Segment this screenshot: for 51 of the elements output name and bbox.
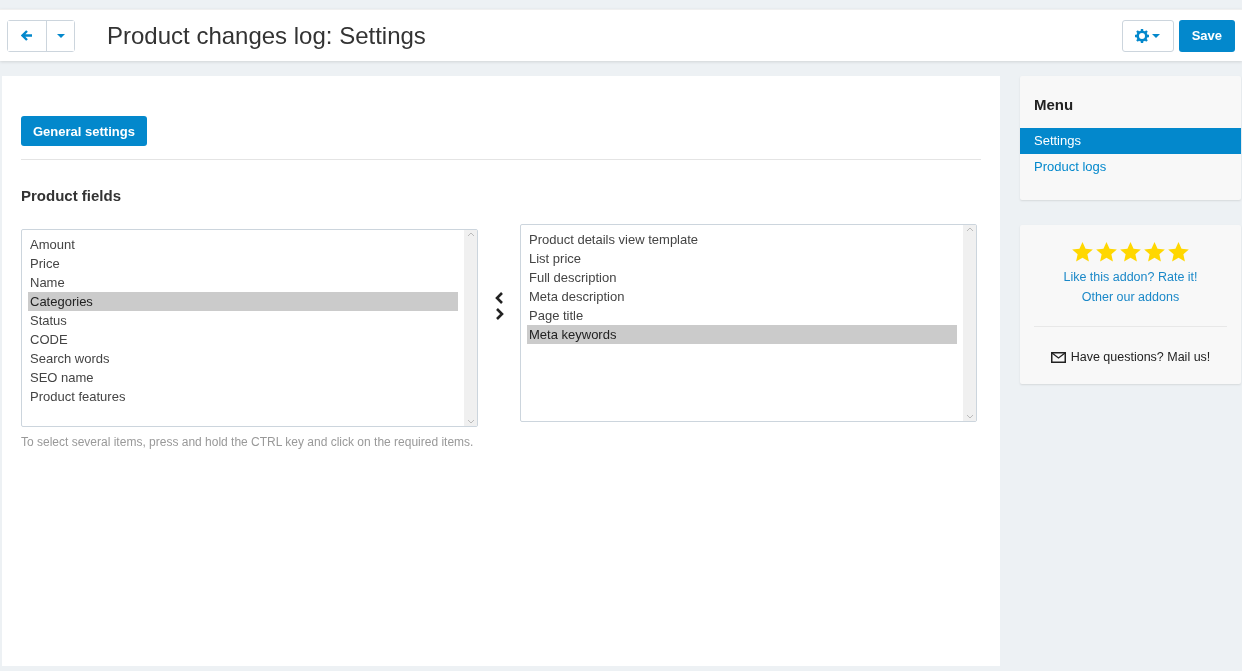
scrollbar[interactable] (464, 230, 477, 426)
scroll-up-icon (965, 227, 974, 232)
page-title: Product changes log: Settings (107, 21, 427, 50)
scrollbar[interactable] (963, 225, 976, 421)
envelope-icon (1050, 351, 1066, 363)
menu-title: Menu (1033, 95, 1075, 115)
menu-item[interactable]: Product logs (1020, 154, 1241, 180)
scroll-up-icon (466, 232, 475, 237)
list-option[interactable]: Meta keywords (527, 325, 957, 344)
move-left-button[interactable] (494, 292, 504, 304)
gear-icon (1135, 28, 1150, 43)
select-list[interactable]: Amount Price Name Categories Status CODE Search words SEO name Product features (21, 229, 478, 427)
list-option[interactable]: Categories (28, 292, 458, 311)
list-option[interactable]: Search words (28, 349, 458, 368)
star-icon (1095, 241, 1118, 263)
select-list[interactable]: Product details view template List price Full description Meta description Page title Meta keywords (520, 224, 977, 422)
star-icon (1071, 241, 1094, 263)
list-option[interactable]: Product details view template (527, 230, 957, 249)
list-option[interactable]: Full description (527, 268, 957, 287)
arrow-left-icon (21, 30, 33, 41)
list-option[interactable]: Price (28, 254, 458, 273)
scroll-down-icon (466, 419, 475, 424)
caret-icon (56, 33, 65, 38)
list-option[interactable]: CODE (28, 330, 458, 349)
list-option[interactable]: Page title (527, 306, 957, 325)
list-option[interactable]: SEO name (28, 368, 458, 387)
settings-button[interactable] (1121, 19, 1174, 52)
menu-item[interactable]: Settings (1020, 128, 1241, 154)
star-rating[interactable] (1071, 241, 1190, 263)
addons-link[interactable]: Other our addons (1081, 287, 1180, 307)
list-option[interactable]: Status (28, 311, 458, 330)
list-option[interactable]: Meta description (527, 287, 957, 306)
chevron-left-icon (494, 292, 504, 304)
dropdown-button[interactable] (46, 20, 74, 51)
star-icon (1143, 241, 1166, 263)
chevron-right-icon (494, 308, 504, 320)
list-option[interactable]: Amount (28, 235, 458, 254)
star-icon (1167, 241, 1190, 263)
list-option[interactable]: Name (28, 273, 458, 292)
scroll-down-icon (965, 414, 974, 419)
tab[interactable]: General settings (21, 116, 147, 146)
rate-link[interactable]: Like this addon? Rate it! (1063, 267, 1198, 287)
section-title: Product fields (21, 187, 122, 204)
save-button[interactable]: Save (1178, 19, 1235, 52)
mail-text: Have questions? Mail us! (1070, 350, 1211, 364)
caret-icon (1152, 33, 1161, 38)
hint-text: To select several items, press and hold the CTRL key and click on the required items. (21, 435, 475, 449)
list-option[interactable]: Product features (28, 387, 458, 406)
list-option[interactable]: List price (527, 249, 957, 268)
move-right-button[interactable] (494, 308, 504, 320)
star-icon (1119, 241, 1142, 263)
